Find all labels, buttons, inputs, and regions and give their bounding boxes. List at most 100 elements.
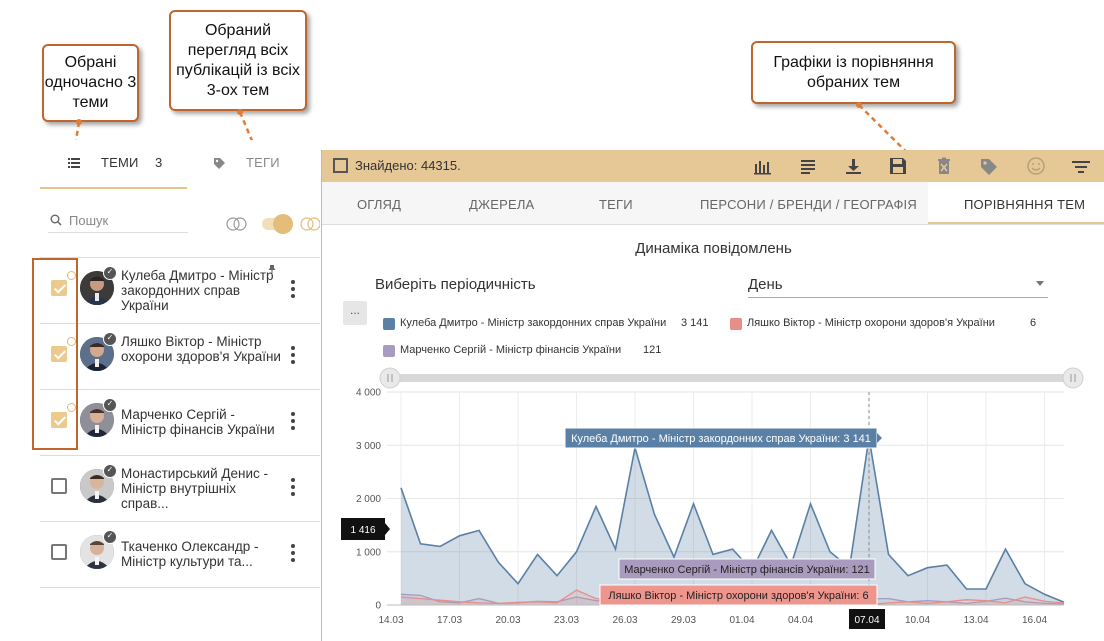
list-item[interactable]: ✓ Ляшко Віктор - Міністр охорони здоров'… — [40, 324, 320, 390]
tab-topic-comparison[interactable]: ПОРІВНЯННЯ ТЕМ — [964, 197, 1085, 212]
selection-highlight — [32, 258, 78, 450]
legend-swatch — [383, 318, 395, 330]
legend-swatch — [383, 345, 395, 357]
filter-icon[interactable] — [1070, 156, 1092, 176]
x-tick-label: 01.04 — [729, 615, 754, 626]
list-icon — [68, 157, 80, 172]
range-slider-track — [383, 374, 1076, 382]
x-tick-label: 13.04 — [963, 615, 988, 626]
callout-three-topics: Обрані одночасно 3 теми — [42, 44, 139, 122]
x-tick-label: 17.03 — [437, 615, 462, 626]
periodicity-select[interactable]: День — [748, 273, 1048, 298]
intersection-icon[interactable] — [225, 216, 249, 232]
search-placeholder: Пошук — [69, 213, 109, 228]
tooltip-text: Ляшко Віктор - Міністр охорони здоров'я … — [608, 590, 868, 602]
list-icon[interactable] — [797, 156, 819, 176]
x-tick-label: 20.03 — [495, 615, 520, 626]
x-tick-label: 04.04 — [788, 615, 813, 626]
callout-text: Обрані одночасно 3 теми — [44, 54, 137, 111]
verified-icon: ✓ — [103, 266, 117, 280]
more-menu-icon[interactable] — [290, 280, 296, 300]
search-icon — [50, 214, 62, 226]
x-tick-label: 29.03 — [671, 615, 696, 626]
topics-count: 3 — [155, 155, 163, 170]
verified-icon: ✓ — [103, 398, 117, 412]
list-item[interactable]: ✓ Марченко Сергій - Міністр фінансів Укр… — [40, 390, 320, 456]
verified-icon: ✓ — [103, 464, 117, 478]
x-tick-label: 10.04 — [905, 615, 930, 626]
topic-checkbox[interactable] — [51, 544, 67, 560]
verified-icon: ✓ — [103, 332, 117, 346]
legend-total: 6 — [1030, 317, 1037, 329]
active-tab-indicator — [40, 187, 187, 189]
legend-total: 121 — [643, 344, 662, 356]
download-icon[interactable] — [842, 156, 864, 176]
callout-text: Графіки із порівняння обраних тем — [773, 53, 934, 91]
y-tick-label: 2 000 — [356, 494, 381, 505]
callout-text: Обраний перегляд всіх публікацій із всіх… — [176, 21, 300, 99]
more-menu-icon[interactable] — [290, 544, 296, 564]
tag-icon — [213, 157, 226, 173]
callout-all-publications: Обраний перегляд всіх публікацій із всіх… — [169, 10, 307, 111]
bar-chart-icon[interactable] — [752, 156, 774, 176]
more-menu-icon[interactable] — [290, 346, 296, 366]
topic-name: Монастирський Денис - Міністр внутрішніх… — [121, 466, 269, 511]
legend-item-series3[interactable]: Марченко Сергій - Міністр фінансів Украї… — [383, 344, 683, 358]
all-publications-toggle[interactable] — [262, 214, 293, 234]
tab-tags[interactable]: ТЕГИ — [246, 155, 280, 170]
x-tick-label: 14.03 — [378, 615, 403, 626]
save-icon[interactable] — [887, 156, 909, 176]
more-menu-icon[interactable] — [290, 478, 296, 498]
toolbar: Знайдено: 44315. — [322, 150, 1104, 182]
topics-list: ✓ Кулеба Дмитро - Міністр закордонних сп… — [40, 257, 320, 588]
smiley-icon[interactable] — [1025, 156, 1047, 176]
list-item[interactable]: ✓ Монастирський Денис - Міністр внутрішн… — [40, 456, 320, 522]
select-all-checkbox[interactable] — [333, 158, 348, 173]
union-icon[interactable] — [299, 216, 320, 232]
tooltip-pointer — [877, 433, 882, 443]
list-item[interactable]: ✓ Ткаченко Олександр - Міністр культури … — [40, 522, 320, 588]
more-menu-icon[interactable] — [290, 412, 296, 432]
topics-panel: ТЕМИ 3 ТЕГИ Пошук ✓ Кулеба Дмитро - Міні… — [0, 140, 320, 641]
topic-checkbox[interactable] — [51, 478, 67, 494]
badge-arrow — [385, 523, 390, 535]
y-tick-label: 0 — [375, 601, 381, 612]
topic-name: Ляшко Віктор - Міністр охорони здоров'я … — [121, 334, 281, 364]
x-tick-label: 16.04 — [1022, 615, 1047, 626]
x-tick-label: 26.03 — [612, 615, 637, 626]
tooltip-text: Кулеба Дмитро - Міністр закордонних спра… — [571, 433, 871, 445]
list-item[interactable]: ✓ Кулеба Дмитро - Міністр закордонних сп… — [40, 257, 320, 324]
tab-sources[interactable]: ДЖЕРЕЛА — [469, 197, 534, 212]
y-tick-label: 4 000 — [356, 388, 381, 399]
messages-dynamics-chart: 0 1 000 2 000 3 000 4 000 14.03 17.03 20.03 23.0… — [341, 367, 1084, 629]
verified-icon: ✓ — [103, 530, 117, 544]
chart-title: Динаміка повідомлень — [635, 240, 792, 257]
topic-name: Кулеба Дмитро - Міністр закордонних спра… — [121, 268, 274, 313]
series-area — [401, 437, 1064, 605]
legend-label: Ляшко Віктор - Міністр охорони здоров'я … — [747, 317, 995, 329]
legend-item-series1[interactable]: Кулеба Дмитро - Міністр закордонних спра… — [383, 317, 713, 331]
topic-name: Ткаченко Олександр - Міністр культури та… — [121, 539, 259, 569]
tab-persons[interactable]: ПЕРСОНИ / БРЕНДИ / ГЕОГРАФІЯ — [700, 197, 917, 212]
y-tick-label: 1 000 — [356, 547, 381, 558]
tag-icon[interactable] — [978, 156, 1000, 176]
tab-overview[interactable]: ОГЛЯД — [357, 197, 401, 212]
delete-icon[interactable] — [933, 156, 955, 176]
range-slider-handle — [379, 367, 401, 389]
search-input[interactable]: Пошук — [48, 210, 188, 233]
legend-total: 3 141 — [681, 317, 709, 329]
chart-menu-button[interactable]: ... — [343, 301, 367, 325]
topics-tabs: ТЕМИ 3 ТЕГИ — [40, 140, 320, 189]
topic-name: Марченко Сергій - Міністр фінансів Украї… — [121, 407, 275, 437]
periodicity-label: Виберіть періодичність — [375, 276, 536, 293]
pin-icon[interactable] — [268, 265, 276, 278]
legend-item-series2[interactable]: Ляшко Віктор - Міністр охорони здоров'я … — [730, 317, 1050, 331]
y-tick-label: 3 000 — [356, 441, 381, 452]
analytics-tabs: ОГЛЯД ДЖЕРЕЛА ТЕГИ ПЕРСОНИ / БРЕНДИ / ГЕ… — [322, 182, 1104, 225]
range-slider-handle — [1062, 367, 1084, 389]
tab-tags[interactable]: ТЕГИ — [599, 197, 633, 212]
tab-topics[interactable]: ТЕМИ — [101, 155, 139, 170]
x-tick-label: 23.03 — [554, 615, 579, 626]
legend-label: Марченко Сергій - Міністр фінансів Украї… — [400, 344, 622, 356]
crosshair-y-label: 1 416 — [350, 525, 375, 536]
